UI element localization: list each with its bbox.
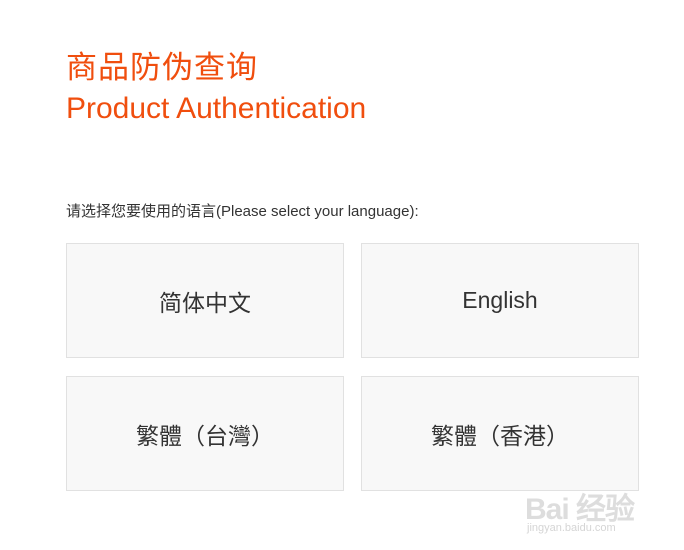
traditional-chinese-hongkong-button[interactable]: 繁體（香港）: [361, 376, 639, 491]
page-title-english: Product Authentication: [66, 92, 367, 125]
english-button[interactable]: English: [361, 243, 639, 358]
baidu-jingyan-watermark: Bai 经验 jingyan.baidu.com: [525, 484, 675, 544]
language-prompt: 请选择您要使用的语言(Please select your language):: [66, 203, 419, 220]
watermark-url: jingyan.baidu.com: [527, 522, 616, 534]
simplified-chinese-button[interactable]: 简体中文: [66, 243, 344, 358]
page-title-chinese: 商品防伪查询: [66, 50, 258, 86]
traditional-chinese-taiwan-button[interactable]: 繁體（台灣）: [66, 376, 344, 491]
